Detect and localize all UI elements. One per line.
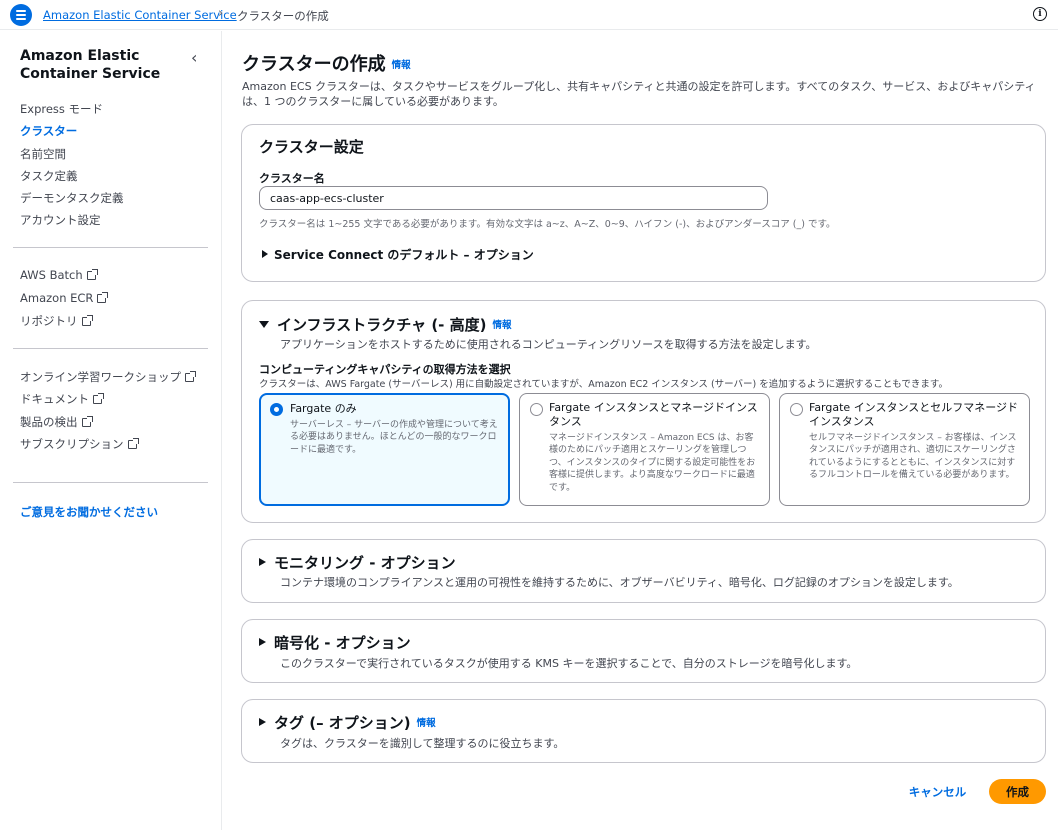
sidebar-link-label: オンライン学習ワークショップ — [20, 370, 181, 384]
option-fargate-only[interactable]: Fargate のみ サーバーレス – サーバーの作成や管理について考える必要は… — [259, 393, 510, 506]
option-fargate-self-managed-instances[interactable]: Fargate インスタンスとセルフマネージドインスタンス セルフマネージドイン… — [779, 393, 1030, 506]
encryption-description: このクラスターで実行されているタスクが使用する KMS キーを選択することで、自… — [280, 657, 858, 670]
info-link[interactable]: 情報 — [392, 60, 411, 71]
monitoring-panel: モニタリング - オプション コンテナ環境のコンプライアンスと運用の可視性を維持… — [241, 539, 1046, 603]
infrastructure-panel: インフラストラクチャ (- 高度) 情報 アプリケーションをホストするために使用さ… — [241, 300, 1046, 523]
sidebar-item-namespaces[interactable]: 名前空間 — [20, 146, 66, 162]
cluster-settings-heading: クラスター設定 — [259, 138, 364, 156]
option-description: マネージドインスタンス – Amazon ECS は、お客様のためにパッチ適用と… — [549, 433, 756, 493]
cancel-button[interactable]: キャンセル — [900, 780, 975, 804]
caret-right-icon — [259, 718, 266, 726]
external-link-icon — [81, 315, 93, 326]
sidebar-link-label: 製品の検出 — [20, 415, 78, 429]
sidebar-divider — [13, 482, 208, 483]
sidebar-link-discover-products[interactable]: 製品の検出 — [20, 414, 93, 430]
sidebar-title[interactable]: Amazon Elastic Container Service — [20, 47, 180, 83]
caret-down-icon — [259, 321, 269, 328]
sidebar-link-label: ドキュメント — [20, 392, 89, 406]
monitoring-description: コンテナ環境のコンプライアンスと運用の可視性を維持するために、オブザーバビリティ… — [280, 576, 959, 589]
sidebar-item-daemon-task-definitions[interactable]: デーモンタスク定義 — [20, 190, 124, 206]
external-link-icon — [86, 269, 98, 280]
option-title: Fargate のみ — [290, 402, 357, 415]
radio-selected-icon[interactable] — [270, 403, 283, 416]
external-link-icon — [81, 416, 93, 427]
caret-right-icon — [262, 250, 268, 258]
sidebar-link-amazon-ecr[interactable]: Amazon ECR — [20, 291, 109, 305]
capacity-question-description: クラスターは、AWS Fargate (サーバーレス) 用に自動設定されています… — [259, 379, 948, 390]
sidebar-item-express-mode[interactable]: Express モード — [20, 101, 103, 117]
radio-unselected-icon[interactable] — [530, 403, 543, 416]
cluster-name-label: クラスター名 — [259, 172, 325, 185]
breadcrumb-root-link[interactable]: Amazon Elastic Container Service — [43, 8, 237, 22]
sidebar-item-task-definitions[interactable]: タスク定義 — [20, 168, 78, 184]
option-title: Fargate インスタンスとセルフマネージドインスタンス — [809, 401, 1019, 428]
capacity-question-label: コンピューティングキャパシティの取得方法を選択 — [259, 363, 511, 376]
tags-expander[interactable]: タグ (– オプション) 情報 — [259, 712, 436, 733]
encryption-expander[interactable]: 暗号化 - オプション — [259, 632, 411, 653]
service-connect-label: Service Connect のデフォルト – オプション — [274, 248, 534, 262]
sidebar-divider — [13, 348, 208, 349]
service-connect-expander[interactable]: Service Connect のデフォルト – オプション — [262, 246, 534, 263]
sidebar-link-label: サブスクリプション — [20, 437, 124, 451]
page-title: クラスターの作成 情報 — [242, 50, 411, 76]
sidebar-link-label: リポジトリ — [20, 314, 78, 328]
info-link[interactable]: 情報 — [417, 718, 436, 729]
encryption-heading: 暗号化 - オプション — [274, 634, 411, 652]
monitoring-heading: モニタリング - オプション — [274, 554, 456, 572]
feedback-link[interactable]: ご意見をお聞かせください — [20, 504, 158, 520]
encryption-panel: 暗号化 - オプション このクラスターで実行されているタスクが使用する KMS … — [241, 619, 1046, 683]
external-link-icon — [127, 438, 139, 449]
external-link-icon — [185, 371, 196, 382]
monitoring-expander[interactable]: モニタリング - オプション — [259, 552, 456, 573]
sidebar-link-label: AWS Batch — [20, 268, 83, 282]
chevron-right-icon: › — [218, 6, 224, 21]
sidebar-link-subscriptions[interactable]: サブスクリプション — [20, 436, 139, 452]
cluster-settings-panel: クラスター設定 クラスター名 クラスター名は 1~255 文字である必要がありま… — [241, 124, 1046, 282]
option-title: Fargate インスタンスとマネージドインスタンス — [549, 401, 758, 428]
sidebar: Amazon Elastic Container Service ‹ Expre… — [0, 31, 222, 830]
collapse-sidebar-icon[interactable]: ‹ — [191, 48, 197, 67]
info-link[interactable]: 情報 — [492, 320, 511, 331]
external-link-icon — [97, 292, 109, 303]
menu-icon[interactable] — [10, 4, 32, 26]
cluster-name-input[interactable] — [259, 186, 768, 210]
sidebar-divider — [13, 247, 208, 248]
option-description: セルフマネージドインスタンス – お客様は、インスタンスにパッチが適用され、適切… — [809, 433, 1017, 481]
sidebar-item-account-settings[interactable]: アカウント設定 — [20, 212, 101, 228]
breadcrumb-current: クラスターの作成 — [237, 9, 329, 23]
tags-panel: タグ (– オプション) 情報 タグは、クラスターを識別して整理するのに役立ちます… — [241, 699, 1046, 763]
caret-right-icon — [259, 558, 266, 566]
cluster-name-constraint: クラスター名は 1~255 文字である必要があります。有効な文字は a~z、A~… — [259, 219, 836, 230]
info-icon[interactable]: i — [1033, 7, 1047, 21]
tags-description: タグは、クラスターを識別して整理するのに役立ちます。 — [280, 737, 565, 750]
sidebar-item-clusters[interactable]: クラスター — [20, 123, 77, 139]
option-fargate-managed-instances[interactable]: Fargate インスタンスとマネージドインスタンス マネージドインスタンス –… — [519, 393, 770, 506]
sidebar-link-aws-batch[interactable]: AWS Batch — [20, 268, 98, 282]
caret-right-icon — [259, 638, 266, 646]
external-link-icon — [93, 393, 104, 404]
create-button[interactable]: 作成 — [989, 779, 1046, 804]
infrastructure-expander[interactable]: インフラストラクチャ (- 高度) 情報 — [259, 314, 512, 335]
option-description: サーバーレス – サーバーの作成や管理について考える必要はありません。ほとんどの… — [290, 420, 498, 455]
sidebar-link-repositories[interactable]: リポジトリ — [20, 313, 93, 329]
page-description: Amazon ECS クラスターは、タスクやサービスをグループ化し、共有キャパシ… — [242, 80, 1036, 108]
sidebar-link-online-workshop[interactable]: オンライン学習ワークショップ — [20, 369, 196, 385]
infrastructure-description: アプリケーションをホストするために使用されるコンピューティングリソースを取得する… — [280, 338, 817, 351]
sidebar-link-label: Amazon ECR — [20, 291, 94, 305]
radio-unselected-icon[interactable] — [790, 403, 803, 416]
page-title-text: クラスターの作成 — [242, 54, 386, 75]
infrastructure-heading: インフラストラクチャ (- 高度) — [277, 316, 487, 334]
top-bar: Amazon Elastic Container Service › クラスター… — [0, 0, 1058, 30]
tags-heading: タグ (– オプション) — [274, 714, 411, 732]
sidebar-link-documentation[interactable]: ドキュメント — [20, 391, 104, 407]
